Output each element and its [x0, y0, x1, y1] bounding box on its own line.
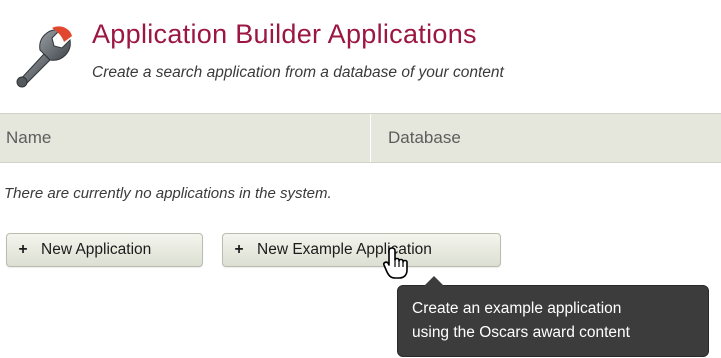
plus-icon: +	[18, 241, 28, 258]
page-title: Application Builder Applications	[92, 19, 477, 49]
wrench-icon	[8, 22, 76, 90]
applications-table-header: Name Database	[0, 113, 721, 163]
page-subtitle: Create a search application from a datab…	[92, 64, 504, 81]
column-header-name[interactable]: Name	[6, 114, 51, 162]
tooltip-line: Create an example application	[412, 300, 622, 317]
new-application-label: New Application	[41, 241, 152, 258]
column-header-database[interactable]: Database	[388, 114, 461, 162]
hand-pointer-icon	[383, 246, 413, 280]
example-application-tooltip: Create an example application using the …	[397, 276, 709, 357]
tooltip-line: using the Oscars award content	[412, 324, 630, 341]
new-example-application-button[interactable]: + New Example Application	[222, 233, 501, 267]
plus-icon: +	[234, 241, 244, 258]
tooltip-arrow	[424, 276, 444, 286]
new-application-button[interactable]: + New Application	[6, 233, 203, 267]
column-divider	[370, 114, 371, 162]
empty-table-message: There are currently no applications in t…	[4, 185, 332, 202]
